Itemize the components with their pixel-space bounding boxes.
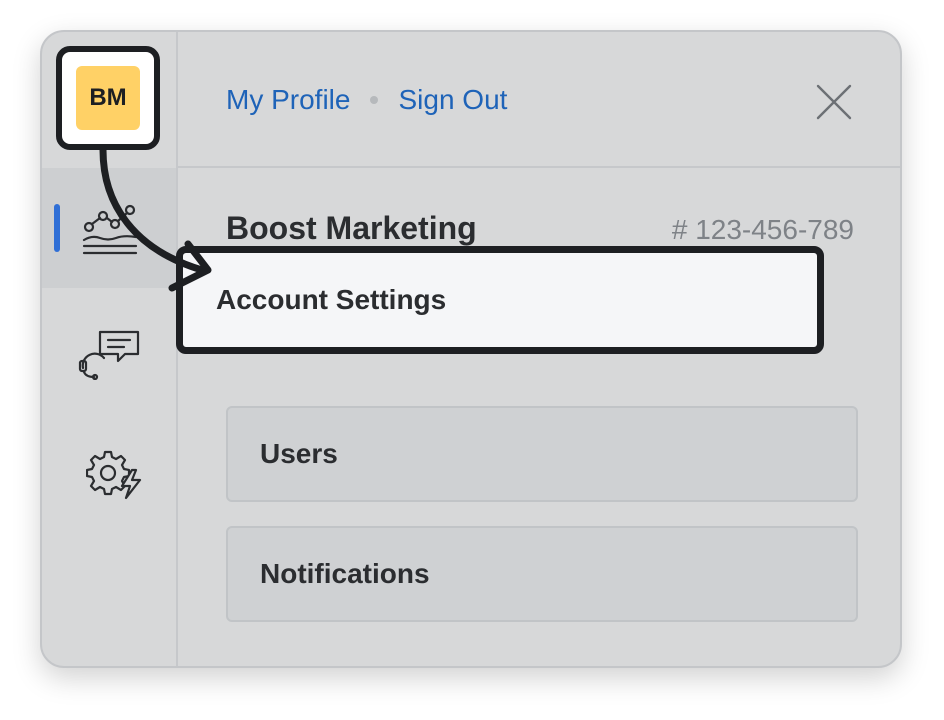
support-chat-icon[interactable] [78, 328, 142, 380]
settings-automation-icon[interactable] [86, 448, 142, 500]
menu-item-account-settings[interactable]: Account Settings [176, 246, 824, 354]
account-number: # 123-456-789 [671, 214, 854, 245]
avatar-highlight: BM [56, 46, 160, 150]
sign-out-link[interactable]: Sign Out [398, 84, 507, 116]
menu-item-label: Users [260, 438, 338, 469]
menu-item-users[interactable]: Users [226, 406, 858, 502]
active-indicator [54, 204, 60, 252]
close-icon[interactable] [814, 82, 854, 122]
account-name: Boost Marketing [226, 210, 477, 246]
my-profile-link[interactable]: My Profile [226, 84, 350, 116]
menu-item-label: Notifications [260, 558, 430, 589]
menu-item-label: Account Settings [216, 284, 447, 315]
menu-item-notifications[interactable]: Notifications [226, 526, 858, 622]
analytics-chart-icon[interactable] [82, 204, 138, 256]
top-bar: My Profile Sign Out [178, 32, 900, 168]
account-links: My Profile Sign Out [226, 84, 507, 116]
avatar[interactable]: BM [76, 66, 140, 130]
link-separator [370, 96, 379, 104]
